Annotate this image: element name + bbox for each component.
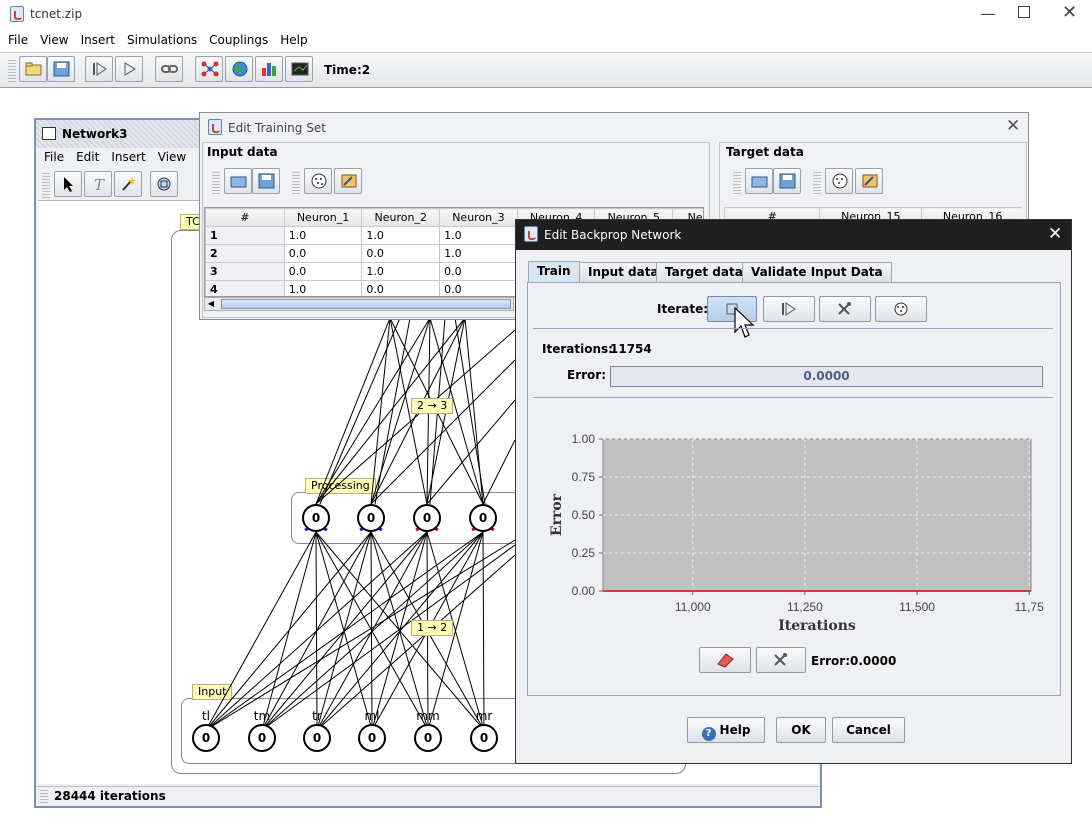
column-header[interactable]: Neuron_3 (439, 208, 518, 227)
x-tick-label: 11,75 (1015, 600, 1044, 614)
input-neuron[interactable]: 0 (414, 724, 442, 752)
target-toolbar-grip[interactable] (733, 170, 741, 194)
target-randomize-button[interactable] (825, 168, 853, 194)
help-button-label: Help (719, 723, 751, 737)
backprop-title: Edit Backprop Network (544, 228, 682, 242)
training-set-close-button[interactable]: ✕ (1006, 116, 1020, 136)
graph-properties-button[interactable] (756, 647, 806, 673)
java-app-icon (524, 226, 538, 242)
error-label: Error: (567, 368, 606, 382)
tab-strip: Train Input data Target data Validate In… (528, 261, 1063, 284)
step-play-icon (782, 302, 796, 316)
y-axis-label: Error (549, 493, 565, 536)
java-app-icon (208, 119, 222, 135)
processing-neuron[interactable]: 0 (413, 504, 441, 532)
column-header[interactable]: Neuron_1 (283, 208, 363, 227)
open-icon (230, 176, 247, 188)
processing-neuron[interactable]: 0 (469, 504, 497, 532)
y-tick-label: 0.00 (572, 584, 596, 598)
sync-label-1-2[interactable]: 1 → 2 (411, 620, 454, 636)
column-header[interactable]: # (205, 208, 285, 227)
mouse-cursor-icon (734, 306, 755, 338)
input-neuron-label: ml (364, 709, 380, 723)
y-tick-label: 1.00 (572, 432, 596, 446)
x-tick-label: 11,000 (675, 600, 711, 614)
error-footer: Error:0.0000 (811, 654, 897, 668)
ok-button[interactable]: OK (776, 717, 826, 743)
error-progress-bar: 0.0000 (610, 366, 1043, 387)
input-data-heading: Input data (207, 145, 278, 159)
step-iterate-button[interactable] (763, 296, 815, 322)
x-tick-label: 11,250 (787, 600, 823, 614)
plot-area (602, 438, 1032, 592)
tab-target-data[interactable]: Target data (656, 262, 752, 282)
open-icon (751, 176, 768, 188)
dice-icon (894, 302, 908, 316)
input-neuron[interactable]: 0 (248, 724, 276, 752)
dice-icon (832, 173, 848, 189)
processing-neuron[interactable]: 0 (302, 504, 330, 532)
input-save-button[interactable] (252, 168, 280, 194)
dice-icon (311, 173, 327, 189)
scroll-thumb[interactable] (221, 299, 511, 309)
input-randomize-button[interactable] (304, 168, 332, 194)
input-toolbar-grip[interactable] (212, 170, 220, 194)
target-open-button[interactable] (745, 168, 773, 194)
backprop-close-button[interactable]: ✕ (1048, 224, 1062, 244)
error-progress-text: 0.0000 (803, 369, 850, 383)
cancel-button[interactable]: Cancel (832, 717, 905, 743)
input-neuron[interactable]: 0 (358, 724, 386, 752)
tab-validate-input-data[interactable]: Validate Input Data (742, 262, 892, 282)
target-save-button[interactable] (773, 168, 801, 194)
y-tick-label: 0.25 (572, 546, 596, 560)
iterations-label: Iterations: (542, 342, 613, 356)
target-data-heading: Target data (726, 145, 804, 159)
input-toolbar-grip-2[interactable] (292, 170, 300, 194)
input-neuron-label: tl (201, 709, 211, 723)
iterations-value: 11754 (610, 342, 652, 356)
sync-label-2-3[interactable]: 2 → 3 (411, 398, 454, 414)
error-chart: 1.00 0.75 0.50 0.25 0.00 11,000 11,250 11,500 11… (549, 432, 1044, 634)
divider (533, 397, 1053, 398)
x-axis-label: Iterations (778, 618, 856, 634)
randomize-button[interactable] (875, 296, 927, 322)
y-tick-label: 0.75 (572, 470, 596, 484)
input-neuron[interactable]: 0 (303, 724, 331, 752)
input-neuron-label: tr (312, 709, 322, 723)
clear-graph-button[interactable] (699, 647, 751, 673)
iterate-label: Iterate: (657, 302, 709, 316)
training-set-title: Edit Training Set (228, 121, 326, 135)
x-tick-label: 11,500 (899, 600, 935, 614)
status-grip (40, 789, 48, 803)
input-neuron-label: mr (475, 709, 493, 723)
tab-input-data[interactable]: Input data (579, 262, 668, 282)
input-neuron-label: mm (416, 709, 440, 723)
help-icon: ? (701, 727, 716, 741)
help-button[interactable]: ? Help (687, 717, 765, 743)
y-tick-label: 0.50 (572, 508, 596, 522)
scroll-left-button[interactable]: ◀ (205, 298, 217, 310)
target-toolbar-grip-2[interactable] (813, 170, 821, 194)
properties-button[interactable] (819, 296, 871, 322)
save-icon (779, 173, 796, 189)
processing-neuron[interactable]: 0 (357, 504, 385, 532)
broom-icon (341, 174, 357, 188)
input-neuron[interactable]: 0 (470, 724, 498, 752)
column-header[interactable]: Neuron_2 (361, 208, 441, 227)
input-open-button[interactable] (224, 168, 252, 194)
horizontal-scrollbar[interactable]: ◀ (204, 297, 514, 311)
broom-icon (862, 174, 878, 188)
iterations-status: 28444 iterations (54, 789, 166, 803)
input-neuron[interactable]: 0 (192, 724, 220, 752)
input-neuron-label: tm (253, 709, 271, 723)
tools-icon (774, 653, 787, 666)
save-icon (258, 173, 275, 189)
target-clean-button[interactable] (855, 168, 883, 194)
divider (533, 328, 1053, 329)
eraser-icon (717, 653, 734, 668)
tools-icon (838, 302, 851, 315)
input-clean-button[interactable] (334, 168, 362, 194)
tab-train[interactable]: Train (528, 261, 580, 283)
